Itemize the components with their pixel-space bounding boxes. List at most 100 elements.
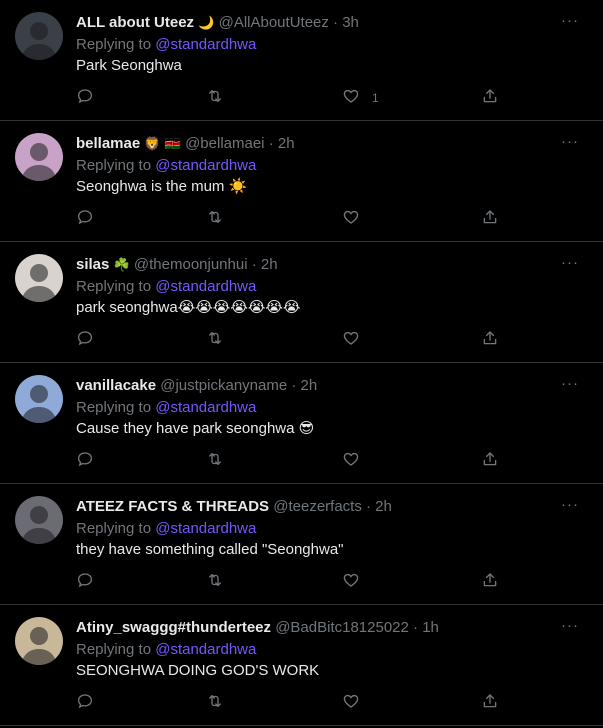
tweet-header: ATEEZ FACTS & THREADS @teezerfacts · 2h: [76, 497, 553, 517]
tweet-text: Seonghwa is the mum ☀️: [76, 178, 248, 195]
timestamp[interactable]: 2h: [375, 498, 392, 515]
replying-label: Replying to: [76, 157, 152, 174]
timestamp[interactable]: 1h: [422, 619, 439, 636]
reply-button[interactable]: [76, 207, 94, 231]
more-options-icon[interactable]: ···: [561, 133, 579, 150]
user-handle[interactable]: @BadBitc18125022: [275, 619, 409, 636]
tweet[interactable]: ALL about Uteez 🌙 @AllAboutUteez · 3h ···…: [0, 0, 603, 121]
mention-link[interactable]: @standardhwa: [155, 399, 256, 416]
tweet-header: silas ☘️ @themoonjunhui · 2h: [76, 255, 553, 275]
timestamp[interactable]: 2h: [278, 135, 295, 152]
retweet-button[interactable]: [206, 328, 224, 352]
reply-button[interactable]: [76, 86, 94, 110]
heart-icon: [342, 571, 360, 594]
reply-icon: [76, 329, 94, 352]
replying-label: Replying to: [76, 520, 152, 537]
user-handle[interactable]: @bellamaei: [185, 135, 264, 152]
timestamp[interactable]: 2h: [261, 256, 278, 273]
display-name[interactable]: ALL about Uteez: [76, 14, 194, 31]
share-icon: [481, 208, 499, 231]
reply-button[interactable]: [76, 328, 94, 352]
avatar[interactable]: [15, 617, 63, 665]
like-button[interactable]: [342, 207, 360, 231]
like-button[interactable]: 1: [342, 86, 379, 110]
tweet[interactable]: silas ☘️ @themoonjunhui · 2h ··· Replying …: [0, 242, 603, 363]
share-button[interactable]: [481, 328, 499, 352]
replying-to: Replying to @standardhwa: [76, 35, 256, 55]
reply-button[interactable]: [76, 570, 94, 594]
display-name[interactable]: silas: [76, 256, 109, 273]
replying-to: Replying to @standardhwa: [76, 640, 256, 660]
tweet-actions: 1: [76, 86, 506, 110]
more-options-icon[interactable]: ···: [561, 12, 579, 29]
mention-link[interactable]: @standardhwa: [155, 157, 256, 174]
display-name[interactable]: Atiny_swaggg#thunderteez: [76, 619, 271, 636]
display-name[interactable]: vanillacake: [76, 377, 156, 394]
share-button[interactable]: [481, 86, 499, 110]
retweet-button[interactable]: [206, 570, 224, 594]
display-name[interactable]: bellamae: [76, 135, 140, 152]
timestamp[interactable]: 3h: [342, 14, 359, 31]
tweet[interactable]: bellamae 🦁 🇰🇪 @bellamaei · 2h ··· Replying…: [0, 121, 603, 242]
replying-to: Replying to @standardhwa: [76, 277, 256, 297]
user-handle[interactable]: @justpickanyname: [160, 377, 287, 394]
avatar[interactable]: [15, 496, 63, 544]
heart-icon: [342, 329, 360, 352]
heart-icon: [342, 87, 360, 110]
separator: ·: [333, 14, 339, 31]
tweet-actions: [76, 328, 506, 352]
share-button[interactable]: [481, 449, 499, 473]
separator: ·: [268, 135, 274, 152]
reply-button[interactable]: [76, 449, 94, 473]
more-options-icon[interactable]: ···: [561, 375, 579, 392]
reply-icon: [76, 692, 94, 715]
tweet-actions: [76, 570, 506, 594]
avatar[interactable]: [15, 375, 63, 423]
share-button[interactable]: [481, 207, 499, 231]
tweet-actions: [76, 449, 506, 473]
user-handle[interactable]: @AllAboutUteez: [219, 14, 329, 31]
retweet-button[interactable]: [206, 449, 224, 473]
more-options-icon[interactable]: ···: [561, 254, 579, 271]
mention-link[interactable]: @standardhwa: [155, 641, 256, 658]
timestamp[interactable]: 2h: [301, 377, 318, 394]
reply-button[interactable]: [76, 691, 94, 715]
like-button[interactable]: [342, 570, 360, 594]
tweet[interactable]: vanillacake @justpickanyname · 2h ··· Repl…: [0, 363, 603, 484]
replying-to: Replying to @standardhwa: [76, 156, 256, 176]
user-handle[interactable]: @teezerfacts: [273, 498, 362, 515]
avatar[interactable]: [15, 12, 63, 60]
replying-label: Replying to: [76, 278, 152, 295]
tweet[interactable]: ATEEZ FACTS & THREADS @teezerfacts · 2h ·…: [0, 484, 603, 605]
like-count: 1: [372, 91, 379, 105]
share-icon: [481, 571, 499, 594]
separator: ·: [366, 498, 371, 515]
retweet-icon: [206, 450, 224, 473]
like-button[interactable]: [342, 691, 360, 715]
retweet-button[interactable]: [206, 207, 224, 231]
display-name[interactable]: ATEEZ FACTS & THREADS: [76, 498, 269, 515]
more-options-icon[interactable]: ···: [561, 496, 579, 513]
retweet-icon: [206, 692, 224, 715]
mention-link[interactable]: @standardhwa: [155, 278, 256, 295]
reply-icon: [76, 208, 94, 231]
mention-link[interactable]: @standardhwa: [155, 36, 256, 53]
more-options-icon[interactable]: ···: [561, 617, 579, 634]
like-button[interactable]: [342, 328, 360, 352]
separator: ·: [413, 619, 419, 636]
mention-link[interactable]: @standardhwa: [155, 520, 256, 537]
retweet-button[interactable]: [206, 86, 224, 110]
share-button[interactable]: [481, 691, 499, 715]
replying-label: Replying to: [76, 36, 152, 53]
heart-icon: [342, 208, 360, 231]
share-button[interactable]: [481, 570, 499, 594]
retweet-button[interactable]: [206, 691, 224, 715]
name-emoji: 🦁 🇰🇪: [144, 137, 181, 152]
like-button[interactable]: [342, 449, 360, 473]
replying-to: Replying to @standardhwa: [76, 398, 256, 418]
tweet[interactable]: Atiny_swaggg#thunderteez @BadBitc1812502…: [0, 605, 603, 726]
avatar[interactable]: [15, 254, 63, 302]
retweet-icon: [206, 571, 224, 594]
avatar[interactable]: [15, 133, 63, 181]
user-handle[interactable]: @themoonjunhui: [134, 256, 248, 273]
